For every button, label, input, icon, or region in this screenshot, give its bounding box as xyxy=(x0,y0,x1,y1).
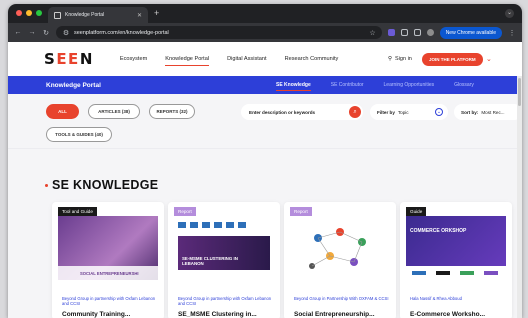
knowledge-card[interactable]: Tool and Guide SOCIAL ENTREPRENEURSHI Be… xyxy=(52,202,164,318)
card-title[interactable]: E-Commerce Worksho... xyxy=(410,311,485,318)
filter-tools-guides-button[interactable]: TOOLS & GUIDES (40) xyxy=(46,127,112,142)
back-icon[interactable]: ← xyxy=(14,29,22,36)
sponsor-logo xyxy=(436,271,450,275)
card-badge: Guide xyxy=(406,207,427,216)
nav-digital-assistant[interactable]: Digital Assistant xyxy=(227,56,266,62)
profile-avatar[interactable] xyxy=(426,29,434,36)
subnav-se-knowledge[interactable]: SE Knowledge xyxy=(276,82,311,91)
filter-panel: ALL ARTICLES (38) REPORTS (32) TOOLS & G… xyxy=(8,94,522,149)
chevron-down-icon: ⌄ xyxy=(435,108,443,116)
tab-title: Knowledge Portal xyxy=(65,12,105,18)
thumb-logos xyxy=(178,222,248,228)
browser-toolbar: ← → ↻ ⚙ seenplatform.com/en/knowledge-po… xyxy=(8,23,522,42)
card-thumbnail: COMMERCE ORKSHOP xyxy=(406,216,506,280)
sign-in-link[interactable]: ⚲ Sign in xyxy=(388,56,412,62)
chrome-menu-icon[interactable]: ⋮ xyxy=(508,29,516,37)
sponsor-logo xyxy=(460,271,474,275)
minimize-window-button[interactable] xyxy=(26,10,32,16)
bullet-dot-icon xyxy=(45,183,48,187)
topic-filter-value: Topic xyxy=(397,109,409,115)
section-title-text: SE KNOWLEDGE xyxy=(52,178,159,192)
subnav-se-contributor[interactable]: SE Contributor xyxy=(331,82,364,88)
card-title[interactable]: SE_MSME Clustering in... xyxy=(178,311,257,318)
close-tab-icon[interactable]: ✕ xyxy=(137,12,142,19)
card-badge: Report xyxy=(290,207,312,216)
card-title[interactable]: Social Entrepreneurship... xyxy=(294,311,375,318)
search-box: ⌕ xyxy=(241,104,363,120)
sort-value: Most Rec... xyxy=(481,109,505,115)
maximize-window-button[interactable] xyxy=(36,10,42,16)
site-info-icon[interactable]: ⚙ xyxy=(62,29,70,37)
search-icon[interactable]: ⌕ xyxy=(349,106,361,118)
card-thumbnail xyxy=(290,216,390,280)
card-thumbnail: SOCIAL ENTREPRENEURSHI xyxy=(58,216,158,280)
url-text[interactable]: seenplatform.com/en/knowledge-portal xyxy=(74,30,365,36)
sign-in-label: Sign in xyxy=(395,56,412,62)
filter-all-button[interactable]: ALL xyxy=(46,104,79,119)
chrome-update-button[interactable]: New Chrome available xyxy=(439,26,502,39)
extension-icon[interactable] xyxy=(387,29,395,36)
reload-icon[interactable]: ↻ xyxy=(42,29,50,37)
favicon-icon xyxy=(54,11,61,19)
nav-ecosystem[interactable]: Ecosystem xyxy=(120,56,147,62)
card-badge: Tool and Guide xyxy=(58,207,97,216)
card-author: Beyond Group in partnership with Oxfam L… xyxy=(178,296,272,307)
user-icon: ⚲ xyxy=(388,56,393,62)
ecosystem-diagram-icon xyxy=(309,228,366,269)
browser-window: Knowledge Portal ✕ + ⌄ ← → ↻ ⚙ seenplatf… xyxy=(8,4,522,318)
card-author: Beyond Group in Partnership With OXFAM &… xyxy=(294,296,389,301)
thumb-sponsor-strip xyxy=(406,266,506,280)
sidepanel-icon[interactable] xyxy=(413,29,421,36)
logo-text-s: S xyxy=(44,50,57,68)
tab-search-icon[interactable]: ⌄ xyxy=(505,9,514,18)
bookmark-star-icon[interactable]: ☆ xyxy=(369,29,375,37)
forward-icon[interactable]: → xyxy=(28,29,36,36)
subnav-learning-opportunities[interactable]: Learning Opportunities xyxy=(384,82,435,88)
card-badge: Report xyxy=(174,207,196,216)
close-window-button[interactable] xyxy=(16,10,22,16)
thumb-caption: SE-MSME CLUSTERING IN LEBANON xyxy=(182,256,238,266)
extensions-puzzle-icon[interactable] xyxy=(400,29,408,36)
logo-text-n: N xyxy=(79,50,94,68)
knowledge-card[interactable]: Report SE-MSME CLUSTERING IN LEBANON Bey… xyxy=(168,202,280,318)
card-title[interactable]: Community Training... xyxy=(62,311,130,318)
nav-research-community[interactable]: Research Community xyxy=(285,56,339,62)
window-controls xyxy=(16,10,42,16)
portal-title: Knowledge Portal xyxy=(46,81,101,89)
scrollbar-thumb[interactable] xyxy=(518,78,521,106)
subnav-glossary[interactable]: Glossary xyxy=(454,82,474,88)
card-author: Hala Nassif & Rhea Abboud xyxy=(410,296,462,301)
site-header: SEEN Ecosystem Knowledge Portal Digital … xyxy=(8,42,522,76)
search-input[interactable] xyxy=(249,109,341,115)
tab-strip: Knowledge Portal ✕ + ⌄ xyxy=(8,4,522,23)
page-scrollbar[interactable] xyxy=(517,76,522,318)
thumb-caption: SOCIAL ENTREPRENEURSHI xyxy=(80,271,139,276)
sponsor-logo xyxy=(412,271,426,275)
filter-reports-button[interactable]: REPORTS (32) xyxy=(149,104,195,119)
card-thumbnail: SE-MSME CLUSTERING IN LEBANON xyxy=(174,216,274,280)
knowledge-content: SE KNOWLEDGE Tool and Guide SOCIAL ENTRE… xyxy=(8,149,522,318)
section-heading: SE KNOWLEDGE xyxy=(45,178,158,192)
join-platform-button[interactable]: JOIN THE PLATFORM xyxy=(422,52,483,66)
knowledge-card[interactable]: Guide COMMERCE ORKSHOP Hala Nassif & Rhe… xyxy=(400,202,512,318)
nav-knowledge-portal[interactable]: Knowledge Portal xyxy=(165,56,209,66)
card-author: Beyond Group in partnership with Oxfam L… xyxy=(62,296,156,307)
sort-label: Sort by: xyxy=(461,109,479,115)
thumb-caption: COMMERCE ORKSHOP xyxy=(410,228,467,234)
topic-filter-label: Filter by xyxy=(377,109,395,115)
portal-bar: Knowledge Portal SE Knowledge SE Contrib… xyxy=(8,76,522,94)
top-nav: Ecosystem Knowledge Portal Digital Assis… xyxy=(120,56,339,66)
sort-select[interactable]: Sort by: Most Rec... xyxy=(454,104,522,120)
topic-filter-select[interactable]: Filter by Topic ⌄ xyxy=(370,104,448,120)
sponsor-logo xyxy=(484,271,498,275)
knowledge-card[interactable]: Report Beyond Group in Partnership With … xyxy=(284,202,396,318)
logo-text-ee: EE xyxy=(56,50,80,68)
browser-tab[interactable]: Knowledge Portal ✕ xyxy=(48,7,148,23)
filter-articles-button[interactable]: ARTICLES (38) xyxy=(88,104,140,119)
seen-logo[interactable]: SEEN xyxy=(44,50,94,68)
portal-subnav: SE Knowledge SE Contributor Learning Opp… xyxy=(276,82,474,91)
dropdown-chevron-icon[interactable]: ⌄ xyxy=(486,55,492,63)
new-tab-icon[interactable]: + xyxy=(154,8,159,18)
address-bar[interactable]: ⚙ seenplatform.com/en/knowledge-portal ☆ xyxy=(56,26,382,39)
